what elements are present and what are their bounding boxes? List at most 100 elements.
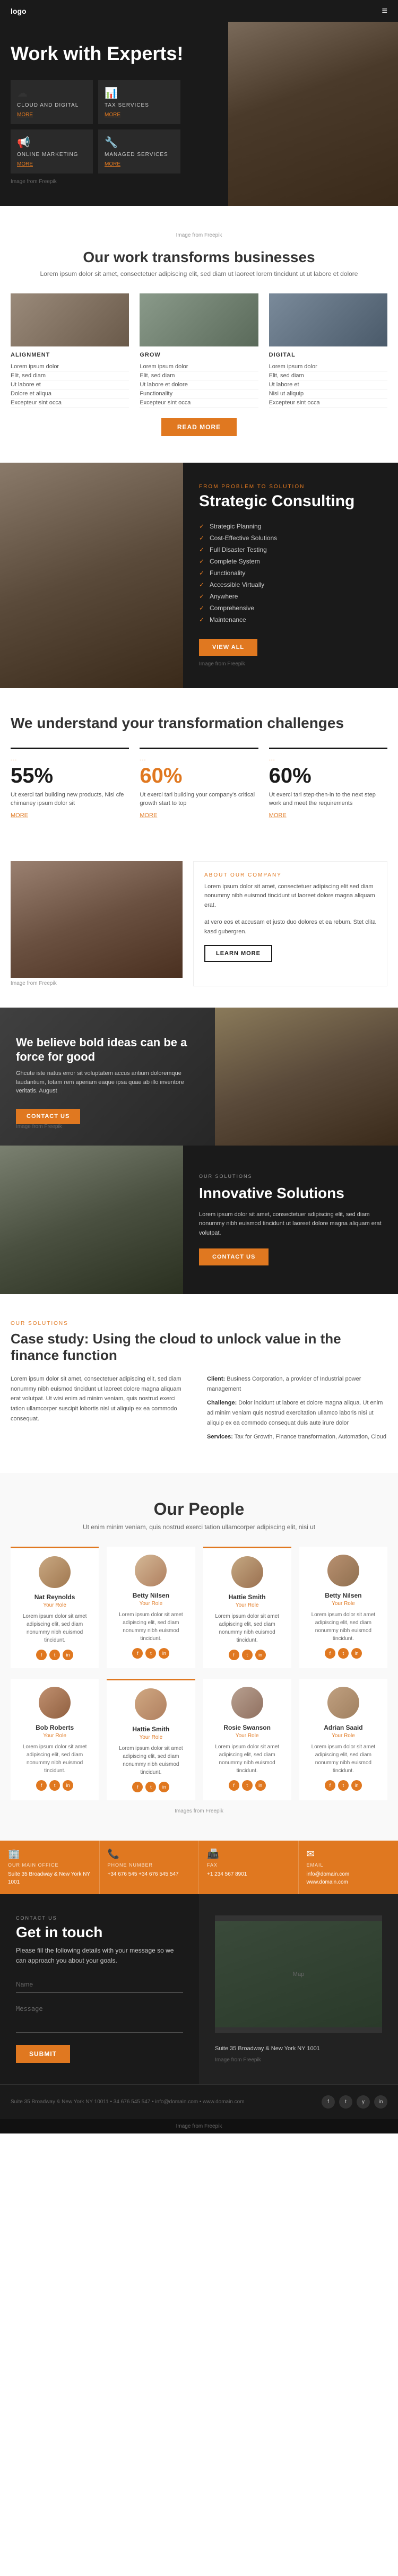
person-betty1-name: Betty Nilsen — [115, 1592, 187, 1599]
contact-submit-button[interactable]: SUBMIT — [16, 2045, 70, 2063]
contact-name-input[interactable] — [16, 1976, 183, 1993]
tax-icon: 📊 — [105, 86, 174, 100]
bold-content: We believe bold ideas can be a force for… — [16, 1036, 199, 1129]
linkedin-icon[interactable]: in — [351, 1648, 362, 1659]
person-rosie-avatar — [231, 1687, 263, 1719]
person-hattie2-desc: Lorem ipsum dolor sit amet adipiscing el… — [115, 1745, 187, 1776]
list-item: Excepteur sint occa — [140, 398, 258, 407]
linkedin-icon[interactable]: in — [159, 1648, 169, 1659]
stat-60a: --- 60% Ut exerci tari building your com… — [140, 748, 258, 819]
facebook-icon[interactable]: f — [132, 1782, 143, 1792]
service-marketing: 📢 ONLINE MARKETING MORE — [11, 129, 93, 174]
bold-contact-button[interactable]: CONTACT US — [16, 1109, 80, 1124]
footer-twitter-icon[interactable]: t — [339, 2095, 352, 2109]
strategic-title: Strategic Consulting — [199, 492, 382, 510]
map-placeholder: Map — [293, 1971, 304, 1977]
service-tax-link[interactable]: MORE — [105, 112, 120, 118]
facebook-icon[interactable]: f — [325, 1780, 335, 1791]
hero-section: Work with Experts! ☁ CLOUD AND DIGITAL M… — [0, 22, 398, 206]
strategic-image — [0, 463, 183, 688]
bold-credit: Image from Freepik — [16, 1124, 199, 1130]
service-marketing-title: ONLINE MARKETING — [17, 152, 86, 158]
fax-icon: 📠 — [207, 1849, 290, 1860]
person-bob-avatar — [39, 1687, 71, 1719]
linkedin-icon[interactable]: in — [255, 1780, 266, 1791]
twitter-icon[interactable]: t — [242, 1650, 253, 1660]
list-item: Dolore et aliqua — [11, 389, 129, 398]
transform-grow-label: GROW — [140, 352, 258, 358]
twitter-icon[interactable]: t — [338, 1648, 349, 1659]
person-bob-name: Bob Roberts — [19, 1724, 91, 1731]
about-credit: Image from Freepik — [11, 981, 183, 986]
twitter-icon[interactable]: t — [145, 1648, 156, 1659]
service-managed-link[interactable]: MORE — [105, 161, 120, 167]
office-fax-value: +1 234 567 8901 — [207, 1870, 290, 1878]
office-fax-label: FAX — [207, 1862, 290, 1868]
stat-60b-more[interactable]: MORE — [269, 812, 387, 819]
service-cloud-link[interactable]: MORE — [17, 112, 33, 118]
people-subtitle: Ut enim minim veniam, quis nostrud exerc… — [11, 1523, 387, 1531]
email-icon: ✉ — [307, 1849, 391, 1860]
person-bob-role: Your Role — [19, 1733, 91, 1739]
stat-55-number: 55% — [11, 765, 129, 786]
stat-55-more[interactable]: MORE — [11, 812, 129, 819]
list-item: Elit, sed diam — [140, 371, 258, 380]
stat-60a-more[interactable]: MORE — [140, 812, 258, 819]
facebook-icon[interactable]: f — [229, 1780, 239, 1791]
linkedin-icon[interactable]: in — [159, 1782, 169, 1792]
linkedin-icon[interactable]: in — [63, 1650, 73, 1660]
person-hattie1-avatar — [231, 1556, 263, 1588]
contact-message-input[interactable] — [16, 2001, 183, 2033]
bold-title: We believe bold ideas can be a force for… — [16, 1036, 199, 1064]
service-tax-title: TAX SERVICES — [105, 102, 174, 108]
list-item: Strategic Planning — [199, 521, 382, 532]
linkedin-icon[interactable]: in — [63, 1780, 73, 1791]
facebook-icon[interactable]: f — [36, 1780, 47, 1791]
twitter-icon[interactable]: t — [49, 1780, 60, 1791]
office-email: ✉ EMAIL info@domain.com www.domain.com — [299, 1841, 398, 1894]
bold-right — [215, 1008, 398, 1146]
stat-60a-number: 60% — [140, 765, 258, 786]
footer-facebook-icon[interactable]: f — [322, 2095, 335, 2109]
case-study-section: OUR SOLUTIONS Case study: Using the clou… — [0, 1294, 398, 1473]
person-betty1-socials: f t in — [115, 1648, 187, 1659]
twitter-icon[interactable]: t — [145, 1782, 156, 1792]
innovative-desc: Lorem ipsum dolor sit amet, consectetuer… — [199, 1210, 382, 1238]
linkedin-icon[interactable]: in — [351, 1780, 362, 1791]
offices-bar: 🏢 OUR MAIN OFFICE Suite 35 Broadway & Ne… — [0, 1841, 398, 1894]
facebook-icon[interactable]: f — [229, 1650, 239, 1660]
person-betty2: Betty Nilsen Your Role Lorem ipsum dolor… — [299, 1547, 387, 1668]
view-all-button[interactable]: VIEW ALL — [199, 639, 257, 656]
person-betty1-role: Your Role — [115, 1601, 187, 1607]
bold-left: We believe bold ideas can be a force for… — [0, 1008, 215, 1146]
footer-linkedin-icon[interactable]: in — [374, 2095, 387, 2109]
person-adrian: Adrian Saaid Your Role Lorem ipsum dolor… — [299, 1679, 387, 1800]
footer: Suite 35 Broadway & New York NY 10011 • … — [0, 2084, 398, 2119]
innovative-title: Innovative Solutions — [199, 1184, 382, 1202]
stat-60b-number: 60% — [269, 765, 387, 786]
twitter-icon[interactable]: t — [49, 1650, 60, 1660]
facebook-icon[interactable]: f — [36, 1650, 47, 1660]
facebook-icon[interactable]: f — [325, 1648, 335, 1659]
menu-icon[interactable]: ≡ — [382, 5, 387, 16]
case-services: Services: Tax for Growth, Finance transf… — [207, 1432, 387, 1442]
hero-content: Work with Experts! ☁ CLOUD AND DIGITAL M… — [11, 43, 387, 185]
person-adrian-desc: Lorem ipsum dolor sit amet adipiscing el… — [307, 1743, 379, 1775]
twitter-icon[interactable]: t — [338, 1780, 349, 1791]
linkedin-icon[interactable]: in — [255, 1650, 266, 1660]
learn-more-button[interactable]: LEARN MORE — [204, 945, 272, 962]
read-more-button[interactable]: READ MORE — [161, 418, 237, 436]
person-rosie-role: Your Role — [211, 1733, 283, 1739]
strategic-section: FROM PROBLEM TO SOLUTION Strategic Consu… — [0, 463, 398, 688]
person-betty1-desc: Lorem ipsum dolor sit amet adipiscing el… — [115, 1611, 187, 1643]
footer-youtube-icon[interactable]: y — [357, 2095, 370, 2109]
office-main-label: OUR MAIN OFFICE — [8, 1862, 91, 1868]
facebook-icon[interactable]: f — [132, 1648, 143, 1659]
innovative-contact-button[interactable]: CONTACT US — [199, 1248, 269, 1265]
service-marketing-link[interactable]: MORE — [17, 161, 33, 167]
twitter-icon[interactable]: t — [242, 1780, 253, 1791]
person-hattie2-role: Your Role — [115, 1734, 187, 1740]
hero-credit: Image from Freepik — [11, 179, 387, 185]
transform-digital: DIGITAL Lorem ipsum dolor Elit, sed diam… — [269, 293, 387, 407]
person-bob: Bob Roberts Your Role Lorem ipsum dolor … — [11, 1679, 99, 1800]
